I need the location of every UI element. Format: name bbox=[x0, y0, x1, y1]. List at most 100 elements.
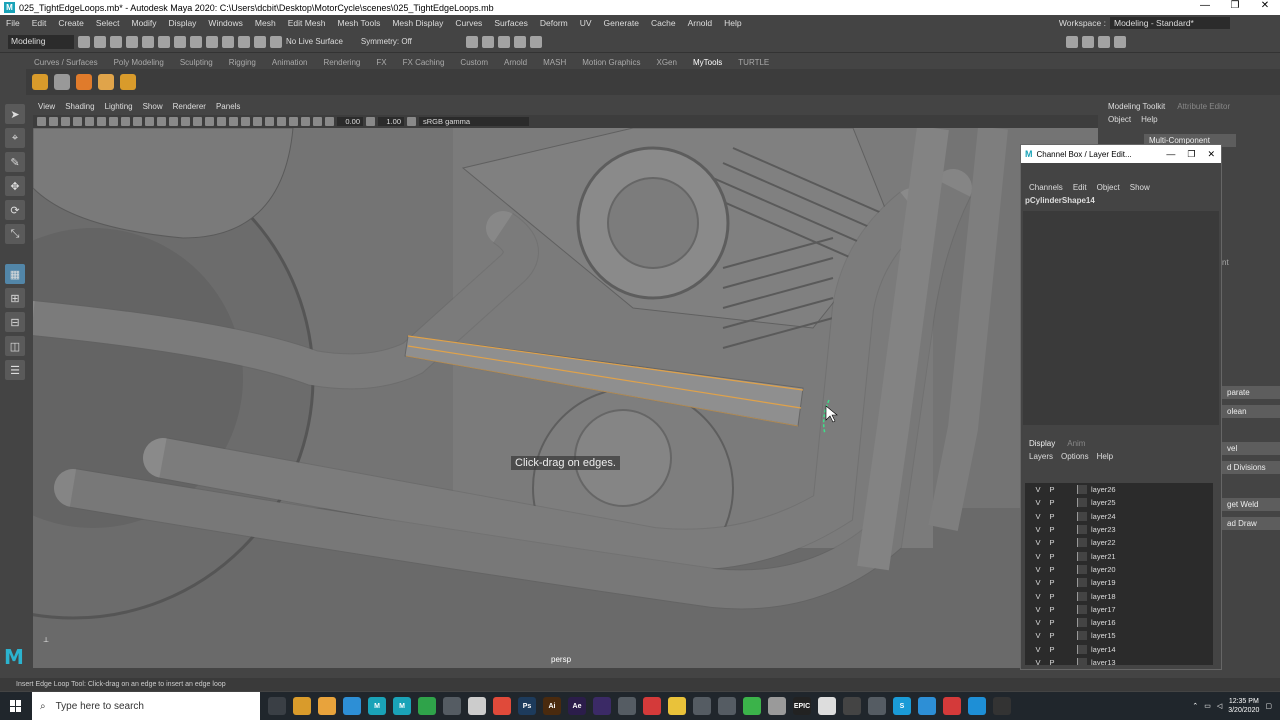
start-button[interactable] bbox=[0, 700, 32, 712]
tray-chevron-icon[interactable]: ⌃ bbox=[1192, 702, 1198, 710]
grid-toggle-icon[interactable] bbox=[73, 117, 82, 126]
layer-visibility-toggle[interactable]: V bbox=[1031, 578, 1045, 587]
layer-row[interactable]: V Player23 bbox=[1025, 523, 1213, 536]
taskbar-app-icon[interactable] bbox=[818, 697, 836, 715]
move-tool-icon[interactable]: ✥ bbox=[5, 176, 25, 196]
layer-visibility-toggle[interactable]: V bbox=[1031, 485, 1045, 494]
quad-draw-button[interactable]: ad Draw bbox=[1222, 517, 1280, 530]
menu-windows[interactable]: Windows bbox=[202, 18, 248, 28]
menu-display[interactable]: Display bbox=[163, 18, 203, 28]
taskbar-app-icon[interactable] bbox=[468, 697, 486, 715]
layer-playback-toggle[interactable]: P bbox=[1045, 498, 1059, 507]
menu-edit[interactable]: Edit bbox=[26, 18, 53, 28]
depth-of-field-icon[interactable] bbox=[277, 117, 286, 126]
taskbar-app-icon[interactable] bbox=[593, 697, 611, 715]
tool-settings-icon[interactable] bbox=[1097, 35, 1110, 48]
volume-icon[interactable]: ◁ bbox=[1217, 702, 1222, 710]
taskbar-app-icon[interactable] bbox=[343, 697, 361, 715]
menu-mesh-display[interactable]: Mesh Display bbox=[386, 18, 449, 28]
select-object-icon[interactable] bbox=[174, 35, 186, 48]
layout-four-pane-icon[interactable]: ⊞ bbox=[5, 288, 25, 308]
layer-playback-toggle[interactable]: P bbox=[1045, 538, 1059, 547]
layer-playback-toggle[interactable]: P bbox=[1045, 525, 1059, 534]
taskbar-app-icon[interactable] bbox=[943, 697, 961, 715]
wireframe-icon[interactable] bbox=[157, 117, 166, 126]
tab-attribute-editor[interactable]: Attribute Editor bbox=[1177, 102, 1230, 111]
taskbar-app-icon[interactable] bbox=[768, 697, 786, 715]
taskbar-app-icon[interactable]: S bbox=[893, 697, 911, 715]
layer-color-swatch[interactable] bbox=[1077, 644, 1087, 654]
layer-playback-toggle[interactable]: P bbox=[1045, 512, 1059, 521]
layer-row[interactable]: V Player20 bbox=[1025, 563, 1213, 576]
layer-visibility-toggle[interactable]: V bbox=[1031, 592, 1045, 601]
shelf-tab-poly-modeling[interactable]: Poly Modeling bbox=[106, 58, 172, 67]
select-component-icon[interactable] bbox=[190, 35, 202, 48]
shelf-tab-animation[interactable]: Animation bbox=[264, 58, 316, 67]
panel-menu-panels[interactable]: Panels bbox=[211, 102, 245, 115]
menu-edit-mesh[interactable]: Edit Mesh bbox=[282, 18, 332, 28]
shelf-tool-4-icon[interactable] bbox=[98, 74, 114, 90]
layer-playback-toggle[interactable]: P bbox=[1045, 618, 1059, 627]
layer-color-swatch[interactable] bbox=[1077, 618, 1087, 628]
menu-mesh-tools[interactable]: Mesh Tools bbox=[332, 18, 387, 28]
lasso-tool-icon[interactable]: ⌖ bbox=[5, 128, 25, 148]
paint-select-icon[interactable]: ✎ bbox=[5, 152, 25, 172]
layer-color-swatch[interactable] bbox=[1077, 631, 1087, 641]
gamma-icon[interactable] bbox=[366, 117, 375, 126]
snap-view-plane-icon[interactable] bbox=[254, 35, 266, 48]
workspace-dropdown[interactable]: Modeling - Standard* bbox=[1110, 17, 1230, 29]
shelf-tool-1-icon[interactable] bbox=[32, 74, 48, 90]
gate-mask-icon[interactable] bbox=[109, 117, 118, 126]
smooth-shade-icon[interactable] bbox=[169, 117, 178, 126]
modeling-toolkit-icon[interactable] bbox=[1065, 35, 1078, 48]
layer-color-swatch[interactable] bbox=[1077, 498, 1087, 508]
panel-menu-shading[interactable]: Shading bbox=[60, 102, 99, 115]
layer-visibility-toggle[interactable]: V bbox=[1031, 645, 1045, 654]
panel-menu-renderer[interactable]: Renderer bbox=[168, 102, 211, 115]
taskbar-app-icon[interactable]: M bbox=[393, 697, 411, 715]
close-button[interactable]: ✕ bbox=[1250, 0, 1280, 11]
taskbar-app-icon[interactable] bbox=[268, 697, 286, 715]
taskbar-app-icon[interactable] bbox=[443, 697, 461, 715]
taskbar-app-icon[interactable] bbox=[643, 697, 661, 715]
layer-row[interactable]: V Player22 bbox=[1025, 536, 1213, 549]
taskbar-app-icon[interactable] bbox=[868, 697, 886, 715]
layer-visibility-toggle[interactable]: V bbox=[1031, 498, 1045, 507]
layer-color-swatch[interactable] bbox=[1077, 564, 1087, 574]
menu-cache[interactable]: Cache bbox=[645, 18, 682, 28]
layer-row[interactable]: V Player21 bbox=[1025, 549, 1213, 562]
layer-row[interactable]: V Player15 bbox=[1025, 629, 1213, 642]
save-scene-icon[interactable] bbox=[110, 35, 122, 48]
motion-blur-icon[interactable] bbox=[253, 117, 262, 126]
wireframe-on-shaded-icon[interactable] bbox=[193, 117, 202, 126]
bevel-button[interactable]: vel bbox=[1222, 442, 1280, 455]
camera-attributes-icon[interactable] bbox=[37, 117, 46, 126]
layer-color-swatch[interactable] bbox=[1077, 525, 1087, 535]
menu-file[interactable]: File bbox=[0, 18, 26, 28]
shelf-tab-fx[interactable]: FX bbox=[368, 58, 394, 67]
attribute-editor-icon[interactable] bbox=[1081, 35, 1094, 48]
layer-playback-toggle[interactable]: P bbox=[1045, 658, 1059, 665]
taskbar-search[interactable]: ⌕ Type here to search bbox=[32, 692, 260, 720]
taskbar-app-icon[interactable] bbox=[918, 697, 936, 715]
layer-color-swatch[interactable] bbox=[1077, 578, 1087, 588]
live-surface-field[interactable]: No Live Surface bbox=[286, 37, 343, 46]
layout-single-pane-icon[interactable]: ▦ bbox=[5, 264, 25, 284]
cb-menu-show[interactable]: Show bbox=[1130, 183, 1150, 192]
layer-color-swatch[interactable] bbox=[1077, 604, 1087, 614]
new-scene-icon[interactable] bbox=[78, 35, 90, 48]
render-current-icon[interactable] bbox=[481, 35, 494, 48]
notifications-icon[interactable]: ▢ bbox=[1265, 702, 1272, 710]
image-plane-icon[interactable] bbox=[61, 117, 70, 126]
menu-generate[interactable]: Generate bbox=[598, 18, 645, 28]
bookmark-icon[interactable] bbox=[49, 117, 58, 126]
layer-menu-layers[interactable]: Layers bbox=[1029, 452, 1053, 461]
default-material-icon[interactable] bbox=[181, 117, 190, 126]
layer-visibility-toggle[interactable]: V bbox=[1031, 512, 1045, 521]
open-scene-icon[interactable] bbox=[94, 35, 106, 48]
gamma-field[interactable]: 1.00 bbox=[378, 117, 404, 126]
layer-visibility-toggle[interactable]: V bbox=[1031, 525, 1045, 534]
xray-icon[interactable] bbox=[301, 117, 310, 126]
taskbar-app-icon[interactable] bbox=[293, 697, 311, 715]
taskbar-app-icon[interactable] bbox=[693, 697, 711, 715]
